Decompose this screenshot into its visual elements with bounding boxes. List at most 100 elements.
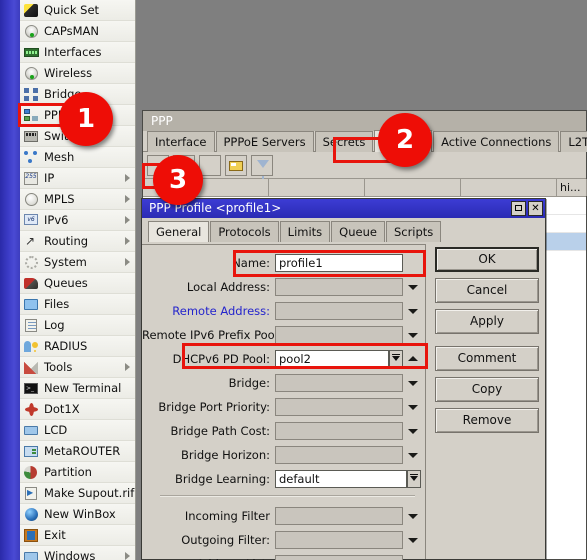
comment-button[interactable] bbox=[225, 154, 247, 176]
filter-button[interactable] bbox=[251, 154, 273, 181]
branding-strip: RouterOS WinBox bbox=[0, 0, 49, 560]
sidebar-item-radius[interactable]: RADIUS bbox=[20, 336, 135, 357]
windows-icon bbox=[22, 548, 41, 560]
sidebar-item-metarouter[interactable]: MetaROUTER bbox=[20, 441, 135, 462]
field-input[interactable] bbox=[275, 397, 403, 416]
comment-button[interactable]: Comment bbox=[435, 346, 539, 371]
sidebar-item-quick-set[interactable]: Quick Set bbox=[20, 0, 135, 21]
copy-button[interactable]: Copy bbox=[435, 377, 539, 402]
field-label: Bridge Path Cost: bbox=[170, 423, 270, 438]
dialog-tab-general[interactable]: General bbox=[148, 221, 210, 242]
table-column-header[interactable] bbox=[461, 179, 557, 196]
maximize-icon[interactable] bbox=[511, 201, 526, 216]
sidebar-item-lcd[interactable]: LCD bbox=[20, 420, 135, 441]
table-column-header[interactable] bbox=[269, 179, 365, 196]
sidebar-item-ip[interactable]: 255 IP bbox=[20, 168, 135, 189]
form-row: Bridge Path Cost: bbox=[142, 420, 425, 441]
sidebar-item-new-terminal[interactable]: >_ New Terminal bbox=[20, 378, 135, 399]
chevron-down-icon[interactable] bbox=[407, 422, 421, 440]
chevron-down-icon[interactable] bbox=[407, 278, 421, 296]
sidebar-item-dot1x[interactable]: Dot1X bbox=[20, 399, 135, 420]
field-label: Bridge Horizon: bbox=[181, 447, 270, 462]
funnel-icon bbox=[257, 159, 269, 181]
sidebar-item-queues[interactable]: Queues bbox=[20, 273, 135, 294]
field-input[interactable] bbox=[275, 373, 403, 392]
sidebar-item-log[interactable]: Log bbox=[20, 315, 135, 336]
ppp-tab-active-connections[interactable]: Active Connections bbox=[433, 131, 560, 152]
ppp-tab-l2tp-secrets[interactable]: L2TP Secrets bbox=[560, 131, 587, 152]
sidebar-item-windows[interactable]: Windows bbox=[20, 546, 135, 560]
field-input[interactable]: default bbox=[275, 469, 407, 488]
chevron-up-icon[interactable] bbox=[407, 350, 421, 368]
field-input[interactable] bbox=[275, 506, 403, 525]
chevron-down-icon[interactable] bbox=[407, 398, 421, 416]
lcd-icon bbox=[22, 422, 41, 439]
sidebar-item-label: Quick Set bbox=[44, 3, 100, 17]
field-input[interactable] bbox=[275, 421, 403, 440]
field-input[interactable] bbox=[275, 530, 403, 549]
chevron-down-icon[interactable] bbox=[407, 374, 421, 392]
sidebar-item-exit[interactable]: Exit bbox=[20, 525, 135, 546]
chevron-down-icon[interactable] bbox=[407, 326, 421, 344]
field-label[interactable]: Remote Address: bbox=[142, 304, 275, 318]
chevron-right-icon bbox=[125, 216, 130, 224]
sidebar-item-wireless[interactable]: Wireless bbox=[20, 63, 135, 84]
routing-icon: ↗ bbox=[25, 233, 36, 248]
close-icon[interactable]: ✕ bbox=[528, 201, 543, 216]
chevron-down-icon[interactable] bbox=[407, 531, 421, 549]
field-input[interactable] bbox=[275, 554, 403, 560]
sidebar-item-label: New Terminal bbox=[44, 381, 122, 395]
cancel-button[interactable]: Cancel bbox=[435, 278, 539, 303]
sidebar-item-make-supout-rif[interactable]: Make Supout.rif bbox=[20, 483, 135, 504]
annotation-marker-1: 1 bbox=[59, 92, 113, 146]
apply-button[interactable]: Apply bbox=[435, 309, 539, 334]
field-input[interactable] bbox=[275, 445, 403, 464]
tools-icon bbox=[22, 359, 41, 376]
field-input[interactable] bbox=[275, 277, 403, 296]
field-input[interactable] bbox=[275, 301, 403, 320]
dialog-tab-limits[interactable]: Limits bbox=[279, 221, 331, 242]
sidebar-item-mesh[interactable]: Mesh bbox=[20, 147, 135, 168]
field-input[interactable] bbox=[275, 325, 403, 344]
ok-button[interactable]: OK bbox=[435, 247, 539, 272]
chevron-down-icon[interactable] bbox=[407, 446, 421, 464]
ppp-tab-pppoe-servers[interactable]: PPPoE Servers bbox=[215, 131, 314, 152]
dialog-tab-scripts[interactable]: Scripts bbox=[385, 221, 442, 242]
sidebar-item-label: New WinBox bbox=[44, 507, 116, 521]
enable-button[interactable] bbox=[199, 154, 221, 176]
ipv6-icon: v6 bbox=[22, 212, 41, 229]
sidebar-item-label: LCD bbox=[44, 423, 68, 437]
dialog-tab-queue[interactable]: Queue bbox=[331, 221, 385, 242]
field-input[interactable]: pool2 bbox=[275, 349, 389, 368]
metarouter-icon bbox=[22, 443, 41, 460]
sidebar-item-capsman[interactable]: CAPsMAN bbox=[20, 21, 135, 42]
table-column-header[interactable]: hi... bbox=[557, 179, 587, 196]
sidebar-item-ipv6[interactable]: v6 IPv6 bbox=[20, 210, 135, 231]
supout-icon bbox=[22, 485, 41, 502]
sidebar-item-interfaces[interactable]: Interfaces bbox=[20, 42, 135, 63]
sidebar-item-routing[interactable]: ↗ Routing bbox=[20, 231, 135, 252]
dropdown-arrow-icon[interactable] bbox=[407, 469, 421, 488]
sidebar-item-partition[interactable]: Partition bbox=[20, 462, 135, 483]
sidebar-item-system[interactable]: System bbox=[20, 252, 135, 273]
sidebar-item-label: Mesh bbox=[44, 150, 75, 164]
chevron-down-icon[interactable] bbox=[407, 302, 421, 320]
remove-button[interactable]: Remove bbox=[435, 408, 539, 433]
chevron-down-icon[interactable] bbox=[407, 507, 421, 525]
form-row: Address List: bbox=[142, 553, 425, 560]
sidebar-item-new-winbox[interactable]: New WinBox bbox=[20, 504, 135, 525]
sidebar-item-mpls[interactable]: MPLS bbox=[20, 189, 135, 210]
radius-icon bbox=[22, 338, 41, 355]
dial-icon bbox=[22, 65, 41, 82]
ppp-tab-interface[interactable]: Interface bbox=[147, 131, 215, 152]
sidebar-item-tools[interactable]: Tools bbox=[20, 357, 135, 378]
chevron-up-icon[interactable] bbox=[407, 555, 421, 560]
dialog-tab-protocols[interactable]: Protocols bbox=[210, 221, 279, 242]
field-input[interactable]: profile1 bbox=[275, 253, 403, 272]
table-column-header[interactable] bbox=[365, 179, 461, 196]
dropdown-arrow-icon[interactable] bbox=[389, 349, 403, 368]
sidebar-item-files[interactable]: Files bbox=[20, 294, 135, 315]
form-row: Bridge Horizon: bbox=[142, 444, 425, 465]
file-icon bbox=[22, 296, 41, 313]
ppp-tab-secrets[interactable]: Secrets bbox=[314, 131, 374, 152]
